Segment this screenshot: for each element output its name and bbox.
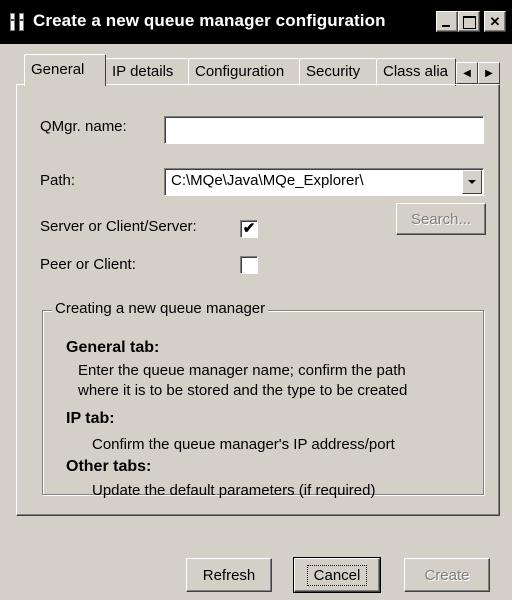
minimize-button[interactable]	[436, 11, 458, 32]
cancel-button-label: Cancel	[306, 564, 368, 586]
tab-scroll-left-icon[interactable]: ◀	[456, 62, 478, 84]
peer-label: Peer or Client:	[40, 256, 136, 273]
path-value: C:\MQe\Java\MQe_Explorer\	[171, 172, 364, 189]
tab-ip-details[interactable]: IP details	[105, 58, 189, 86]
tab-general[interactable]: General	[24, 54, 106, 86]
search-button[interactable]: Search...	[396, 203, 486, 235]
path-label: Path:	[40, 172, 76, 189]
ip-help-line-1: Confirm the queue manager's IP address/p…	[92, 436, 395, 453]
general-help-line-1: Enter the queue manager name; confirm th…	[78, 362, 406, 379]
create-button[interactable]: Create	[404, 558, 490, 592]
window-title: Create a new queue manager configuration	[33, 11, 386, 30]
title-bar[interactable]: Create a new queue manager configuration…	[0, 0, 512, 44]
qmgr-name-input[interactable]	[164, 116, 484, 144]
tab-security[interactable]: Security	[299, 58, 377, 86]
other-help-line-1: Update the default parameters (if requir…	[92, 482, 376, 499]
tab-configuration[interactable]: Configuration	[188, 58, 300, 86]
refresh-button[interactable]: Refresh	[186, 558, 272, 592]
general-tab-heading: General tab:	[66, 339, 160, 356]
general-help-line-2: where it is to be stored and the type to…	[78, 382, 408, 399]
server-checkbox[interactable]: ✔	[240, 220, 258, 238]
maximize-button[interactable]	[458, 11, 480, 32]
ip-tab-heading: IP tab:	[66, 410, 115, 427]
tab-scroll-right-icon[interactable]: ▶	[478, 62, 500, 84]
tab-class-alias[interactable]: Class alia	[376, 58, 456, 86]
server-label: Server or Client/Server:	[40, 218, 197, 235]
close-button[interactable]: ✕	[484, 11, 506, 32]
other-tabs-heading: Other tabs:	[66, 458, 152, 475]
app-icon	[9, 13, 29, 31]
path-combobox[interactable]: C:\MQe\Java\MQe_Explorer\	[164, 168, 484, 196]
cancel-button[interactable]: Cancel	[293, 557, 381, 593]
peer-checkbox[interactable]	[240, 256, 258, 274]
qmgr-name-label: QMgr. name:	[40, 118, 127, 135]
chevron-down-icon[interactable]	[462, 170, 482, 194]
help-group-title: Creating a new queue manager	[52, 300, 269, 317]
